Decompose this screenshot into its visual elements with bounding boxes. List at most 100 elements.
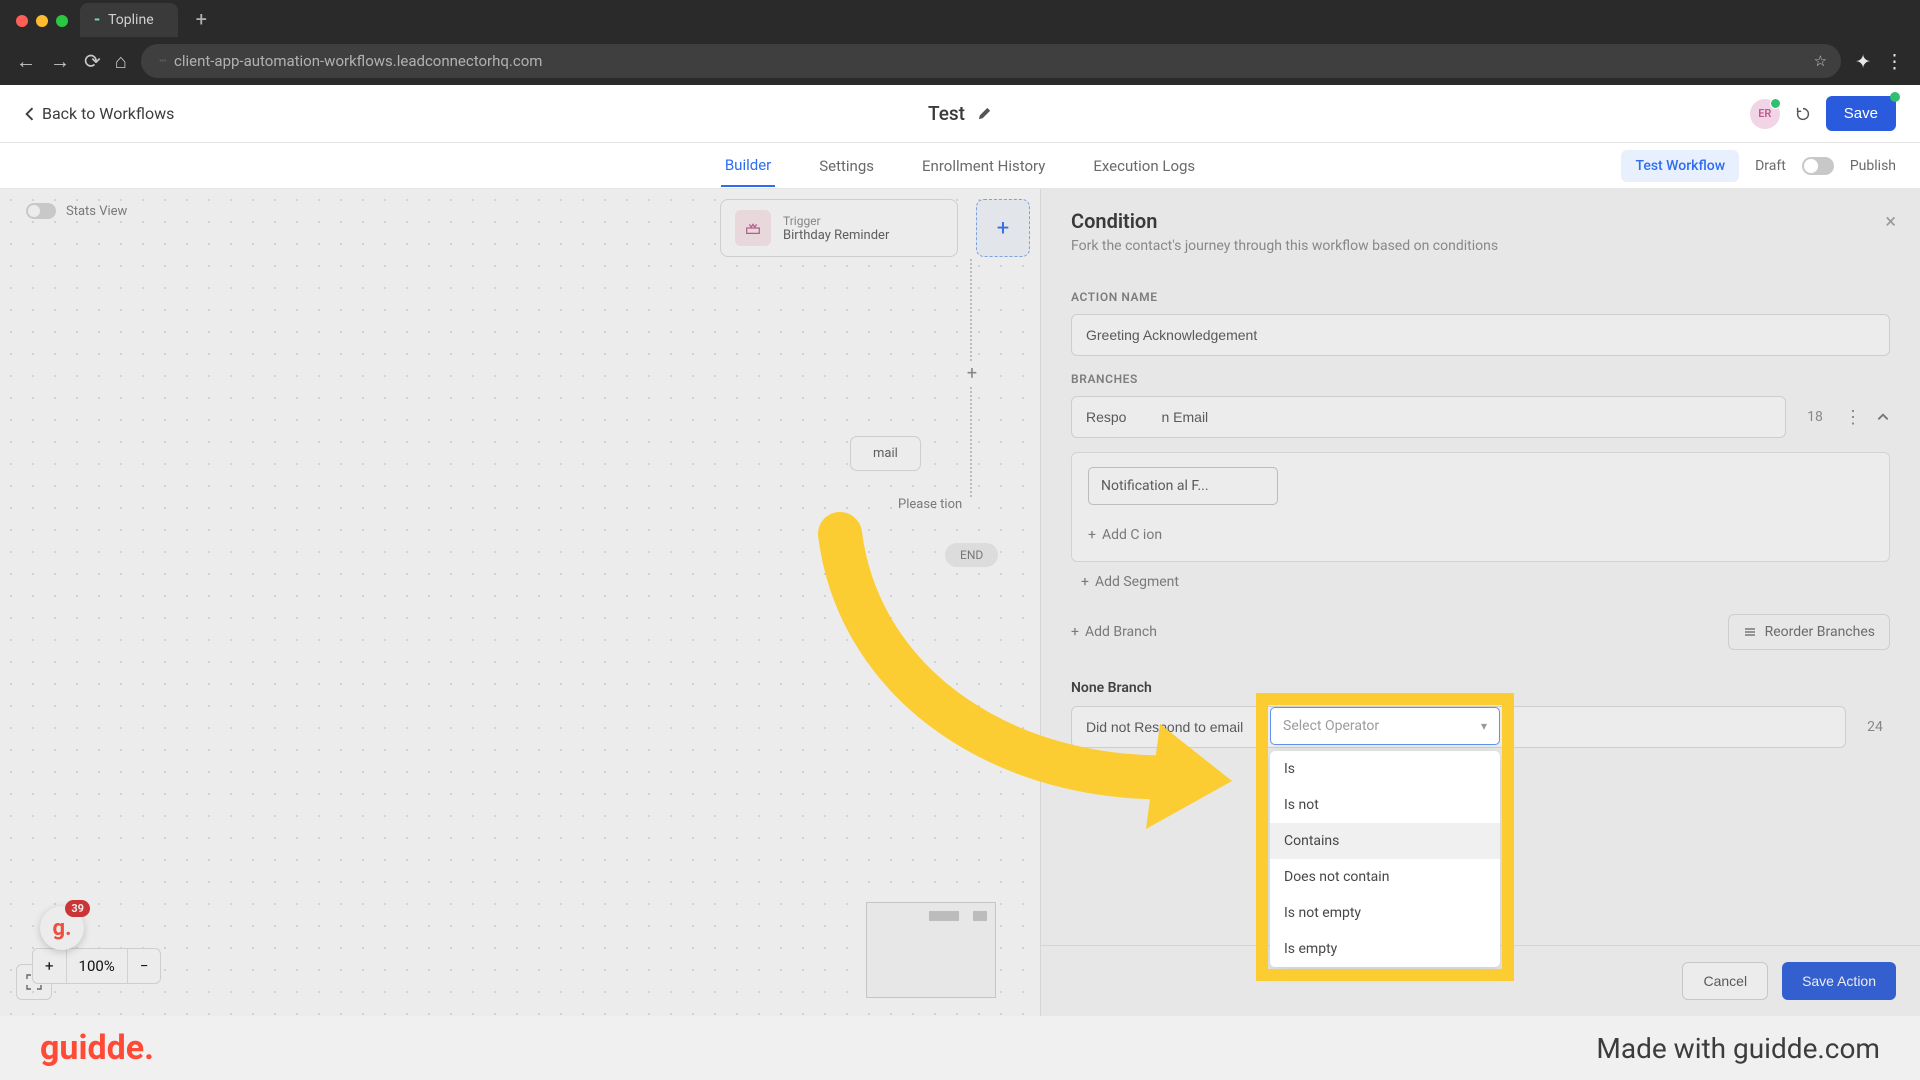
panel-subtitle: Fork the contact's journey through this … [1071,238,1890,254]
tab-settings[interactable]: Settings [815,146,878,186]
operator-option-is-empty[interactable]: Is empty [1270,931,1500,967]
operator-option-is[interactable]: Is [1270,751,1500,787]
reorder-branches-button[interactable]: Reorder Branches [1728,614,1890,650]
workflow-title: Test [928,102,965,125]
operator-select[interactable]: Select Operator ▾ [1270,707,1500,745]
stats-view-toggle[interactable] [26,203,56,219]
branch-header-row: 18 ⋮ [1071,396,1890,438]
user-avatar[interactable]: ER [1750,99,1780,129]
branch-menu-button[interactable]: ⋮ [1844,407,1862,428]
maximize-window-icon[interactable] [56,15,68,27]
none-branch-heading: None Branch [1071,680,1890,696]
window-controls [16,15,68,27]
branch-footer: + Add Branch Reorder Branches [1071,614,1890,650]
add-trigger-button[interactable]: + [976,199,1030,257]
guidde-extension-badge[interactable]: g. [40,906,84,950]
browser-tab[interactable]: ••• Topline [80,3,178,37]
operator-option-is-not[interactable]: Is not [1270,787,1500,823]
chevron-down-icon: ▾ [1481,719,1487,733]
end-node: END [945,543,998,567]
chevron-left-icon [24,107,34,121]
zoom-in-button[interactable]: + [33,949,67,983]
publish-label: Publish [1850,158,1896,174]
bookmark-icon[interactable]: ☆ [1814,52,1827,70]
trigger-heading: Trigger [783,214,889,228]
guidde-logo: guidde. [40,1028,154,1068]
zoom-controls: + 100% − [32,948,161,984]
action-name-input[interactable] [1071,314,1890,356]
stats-view-label: Stats View [66,204,127,219]
operator-dropdown-highlight: Select Operator ▾ Is Is not Contains Doe… [1270,707,1500,967]
cake-icon [735,210,771,246]
workflow-canvas[interactable]: Stats View Trigger Birthday Reminder + +… [0,189,1920,1016]
edit-title-icon[interactable] [977,106,992,121]
trigger-text: Trigger Birthday Reminder [783,214,889,243]
none-branch-count: 24 [1860,719,1890,735]
minimize-window-icon[interactable] [36,15,48,27]
new-tab-button[interactable]: + [196,7,207,31]
segment-box: Notification al F... + Add C ion [1071,452,1890,562]
tab-favicon-icon: ••• [94,15,98,26]
plus-icon: + [1088,527,1096,543]
branch-name-input[interactable] [1071,396,1786,438]
trigger-card[interactable]: Trigger Birthday Reminder [720,199,958,257]
tab-builder[interactable]: Builder [721,145,775,187]
branch-count: 18 [1800,409,1830,425]
made-with-label: Made with guidde.com [1596,1032,1880,1065]
app-header: Back to Workflows Test ER Save [0,85,1920,143]
close-window-icon[interactable] [16,15,28,27]
trigger-name: Birthday Reminder [783,228,889,243]
action-name-heading: ACTION NAME [1071,290,1890,304]
add-branch-link[interactable]: + Add Branch [1071,624,1157,640]
minimap[interactable] [866,902,996,998]
zoom-level: 100% [67,949,128,983]
add-step-button[interactable]: + [960,361,984,385]
condition-field-select[interactable]: Notification al F... [1088,467,1278,505]
stats-view-control: Stats View [26,203,127,219]
zoom-out-button[interactable]: − [128,949,161,983]
header-actions: ER Save [1750,96,1896,131]
back-label: Back to Workflows [42,104,174,123]
branch-hint-label: Please tion [898,497,962,512]
home-icon[interactable]: ⌂ [115,49,127,74]
tab-execution-logs[interactable]: Execution Logs [1089,146,1199,186]
operator-placeholder: Select Operator [1283,718,1379,734]
back-to-workflows-link[interactable]: Back to Workflows [24,104,174,123]
reorder-icon [1743,625,1757,639]
back-icon[interactable]: ← [16,49,36,74]
operator-option-does-not-contain[interactable]: Does not contain [1270,859,1500,895]
tab-title: Topline [108,12,154,28]
operator-option-contains[interactable]: Contains [1270,823,1500,859]
collapse-branch-icon[interactable] [1876,410,1890,424]
plus-icon: + [1081,574,1089,590]
site-info-icon: ••• [159,56,166,67]
cancel-button[interactable]: Cancel [1682,962,1768,1000]
close-panel-button[interactable]: × [1885,209,1896,233]
app-root: Back to Workflows Test ER Save Builder S… [0,85,1920,1016]
save-button[interactable]: Save [1826,96,1896,131]
workflow-tabs: Builder Settings Enrollment History Exec… [0,143,1920,189]
extensions-icon[interactable]: ✦ [1855,50,1871,73]
reload-icon[interactable]: ⟳ [84,49,101,73]
workflow-title-block: Test [928,102,992,125]
guidde-footer: guidde. Made with guidde.com [0,1016,1920,1080]
add-segment-link[interactable]: + Add Segment [1081,574,1179,590]
add-condition-link[interactable]: + Add C ion [1088,527,1162,543]
operator-dropdown-list: Is Is not Contains Does not contain Is n… [1270,751,1500,967]
browser-toolbar: ← → ⟳ ⌂ ••• client-app-automation-workfl… [0,37,1920,85]
test-workflow-button[interactable]: Test Workflow [1621,150,1739,182]
forward-icon[interactable]: → [50,49,70,74]
history-icon[interactable] [1794,105,1812,123]
tab-enrollment-history[interactable]: Enrollment History [918,146,1049,186]
browser-menu-icon[interactable]: ⋮ [1885,50,1904,73]
save-action-button[interactable]: Save Action [1782,962,1896,1000]
address-bar[interactable]: ••• client-app-automation-workflows.lead… [141,44,1841,78]
plus-icon: + [1071,624,1079,640]
url-text: client-app-automation-workflows.leadconn… [174,52,542,70]
draft-label: Draft [1755,158,1786,174]
tabs-right-controls: Test Workflow Draft Publish [1621,150,1896,182]
email-node[interactable]: mail [850,436,921,471]
operator-option-is-not-empty[interactable]: Is not empty [1270,895,1500,931]
publish-toggle[interactable] [1802,157,1834,175]
branches-heading: BRANCHES [1071,372,1890,386]
